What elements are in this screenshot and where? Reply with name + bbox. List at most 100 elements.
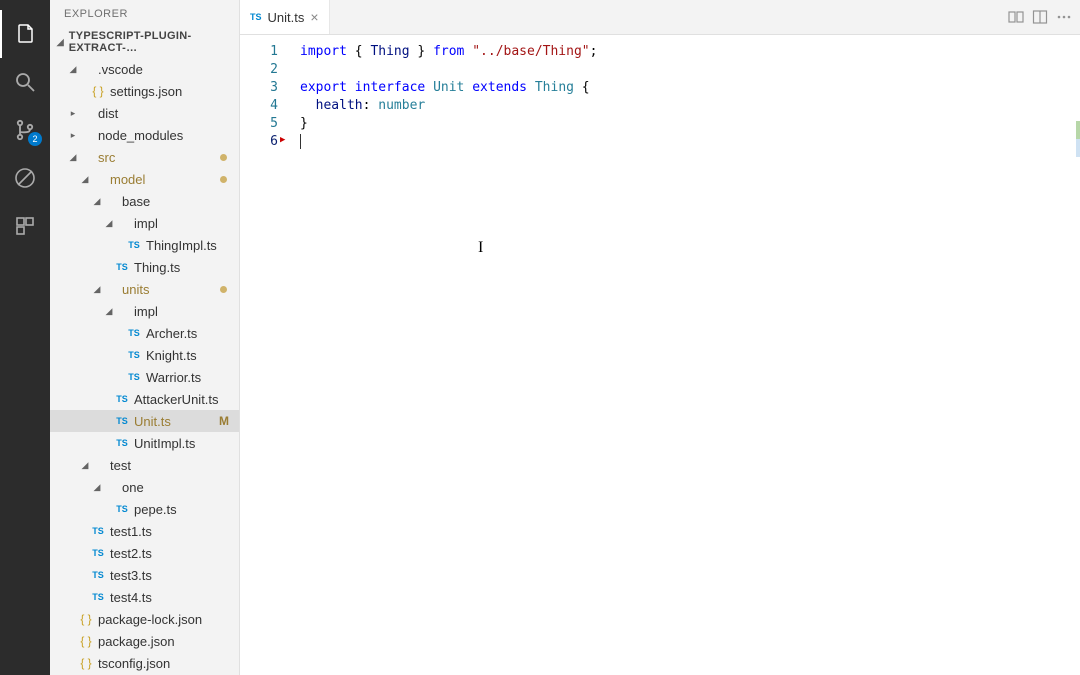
json-icon: { } (78, 634, 94, 648)
tree-folder[interactable]: ◢model (50, 168, 239, 190)
code-token: number (378, 98, 425, 113)
code-line[interactable] (300, 61, 1080, 79)
chevron-down-icon: ◢ (80, 460, 90, 471)
code-token: export (300, 80, 347, 95)
chevron-down-icon: ◢ (104, 306, 114, 317)
tab-actions (1008, 0, 1080, 34)
tree-file[interactable]: TStest3.ts (50, 564, 239, 586)
tree-item-label: Warrior.ts (146, 370, 201, 385)
code-token: { (574, 80, 590, 95)
tree-file[interactable]: TSArcher.ts (50, 322, 239, 344)
chevron-down-icon: ◢ (92, 284, 102, 295)
tree-file[interactable]: TSUnitImpl.ts (50, 432, 239, 454)
ts-icon: TS (114, 416, 130, 426)
tree-file[interactable]: TS ThingImpl.ts (50, 234, 239, 256)
git-modified-dot-icon (220, 176, 227, 183)
code-line[interactable]: } (300, 115, 1080, 133)
file-tree[interactable]: ◢.vscode{ }settings.json▸dist▸node_modul… (50, 58, 239, 675)
tab-unit-ts[interactable]: TS Unit.ts × (240, 0, 330, 34)
code-token: health (316, 98, 363, 113)
tree-folder[interactable]: ▸dist (50, 102, 239, 124)
chevron-down-icon: ◢ (68, 152, 78, 163)
editor-cursor (300, 134, 301, 149)
code-token: Thing (370, 44, 409, 59)
close-icon[interactable]: × (310, 9, 318, 25)
tree-item-label: test2.ts (110, 546, 152, 561)
activity-explorer[interactable] (0, 10, 50, 58)
no-bug-icon (13, 166, 37, 190)
activity-search[interactable] (0, 58, 50, 106)
git-status-badge: M (219, 414, 229, 428)
code-line[interactable]: health: number (300, 97, 1080, 115)
line-number: 4 (240, 97, 288, 115)
tree-folder[interactable]: ◢units (50, 278, 239, 300)
tree-file[interactable]: TSpepe.ts (50, 498, 239, 520)
code-token: extends (472, 80, 527, 95)
ts-icon: TS (90, 526, 106, 536)
tree-file[interactable]: TStest4.ts (50, 586, 239, 608)
compare-icon[interactable] (1008, 9, 1024, 25)
tree-file[interactable]: { }tsconfig.json (50, 652, 239, 674)
tree-file[interactable]: TStest2.ts (50, 542, 239, 564)
tree-file[interactable]: TSKnight.ts (50, 344, 239, 366)
code-token: interface (355, 80, 425, 95)
tree-folder[interactable]: ◢base (50, 190, 239, 212)
git-modified-dot-icon (220, 154, 227, 161)
ts-icon: TS (90, 592, 106, 602)
code-content[interactable]: ▶ import { Thing } from "../base/Thing";… (288, 35, 1080, 675)
tree-file[interactable]: TSWarrior.ts (50, 366, 239, 388)
code-line[interactable]: import { Thing } from "../base/Thing"; (300, 43, 1080, 61)
tree-file[interactable]: TSUnit.tsM (50, 410, 239, 432)
activity-debug[interactable] (0, 154, 50, 202)
tree-item-label: impl (134, 216, 158, 231)
tree-file[interactable]: TSThing.ts (50, 256, 239, 278)
tree-item-label: tsconfig.json (98, 656, 170, 671)
split-editor-icon[interactable] (1032, 9, 1048, 25)
tree-folder[interactable]: ◢test (50, 454, 239, 476)
line-number: 5 (240, 115, 288, 133)
tree-item-label: one (122, 480, 144, 495)
tree-folder[interactable]: ◢.vscode (50, 58, 239, 80)
code-token: "../base/Thing" (472, 44, 589, 59)
tree-item-label: Thing.ts (134, 260, 180, 275)
text-cursor-icon: I (478, 239, 483, 257)
tree-file[interactable]: { }settings.json (50, 80, 239, 102)
explorer-sidebar: EXPLORER ◢ TYPESCRIPT-PLUGIN-EXTRACT-… ◢… (50, 0, 240, 675)
activity-extensions[interactable] (0, 202, 50, 250)
line-number: 1 (240, 43, 288, 61)
activity-bar: 2 (0, 0, 50, 675)
activity-scm[interactable]: 2 (0, 106, 50, 154)
tree-folder[interactable]: ▸node_modules (50, 124, 239, 146)
minimap[interactable] (1070, 35, 1080, 675)
editor-tabs: TS Unit.ts × (240, 0, 1080, 35)
tree-folder[interactable]: ◢impl (50, 212, 239, 234)
app-root: 2 EXPLORER ◢ TYPESCRIPT-PLUGIN-EXTRACT-…… (0, 0, 1080, 675)
tree-item-label: ThingImpl.ts (146, 238, 217, 253)
more-icon[interactable] (1056, 9, 1072, 25)
tree-item-label: package-lock.json (98, 612, 202, 627)
code-line[interactable] (300, 133, 1080, 151)
project-header[interactable]: ◢ TYPESCRIPT-PLUGIN-EXTRACT-… (50, 26, 239, 58)
line-number: 3 (240, 79, 288, 97)
tree-file[interactable]: { }package.json (50, 630, 239, 652)
tree-folder[interactable]: ◢ one (50, 476, 239, 498)
chevron-down-icon: ◢ (92, 482, 102, 493)
extensions-icon (13, 214, 37, 238)
chevron-down-icon: ◢ (56, 37, 65, 48)
tree-file[interactable]: TSAttackerUnit.ts (50, 388, 239, 410)
chevron-right-icon: ▸ (68, 108, 78, 119)
tree-file[interactable]: { } package-lock.json (50, 608, 239, 630)
code-token: } (410, 44, 433, 59)
chevron-down-icon: ◢ (80, 174, 90, 185)
error-marker-icon: ▶ (280, 135, 285, 145)
chevron-down-icon: ◢ (68, 64, 78, 75)
tree-folder[interactable]: ◢src (50, 146, 239, 168)
ts-icon: TS (126, 240, 142, 250)
tree-file[interactable]: TStest1.ts (50, 520, 239, 542)
scm-badge: 2 (28, 132, 42, 146)
tree-folder[interactable]: ◢impl (50, 300, 239, 322)
json-icon: { } (78, 612, 94, 626)
line-number: 2 (240, 61, 288, 79)
code-editor[interactable]: 123456 ▶ import { Thing } from "../base/… (240, 35, 1080, 675)
code-line[interactable]: export interface Unit extends Thing { (300, 79, 1080, 97)
